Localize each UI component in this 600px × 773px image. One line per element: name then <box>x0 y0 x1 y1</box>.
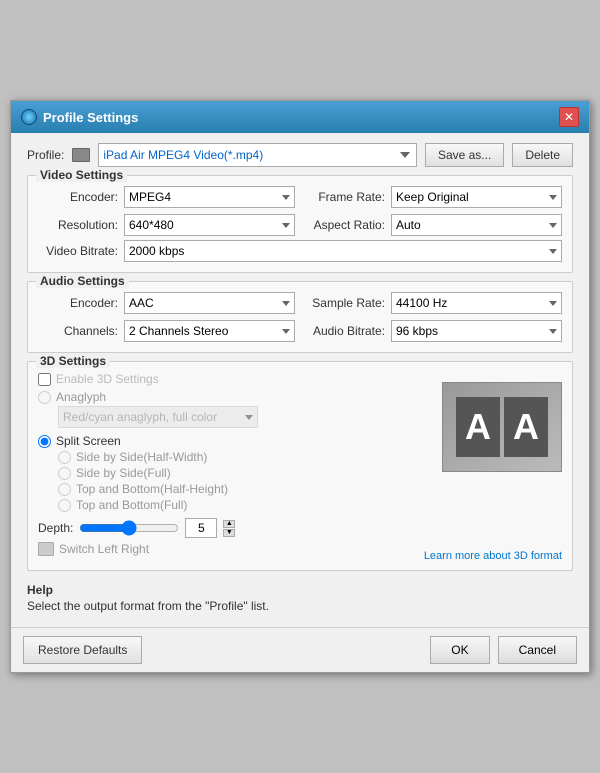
audio-encoder-select[interactable]: AAC <box>124 292 295 314</box>
dialog-content: Profile: iPad Air MPEG4 Video(*.mp4) Sav… <box>11 133 589 627</box>
subopt-3-radio[interactable] <box>58 499 71 512</box>
subopt-0-label: Side by Side(Half-Width) <box>76 450 207 464</box>
anaglyph-label: Anaglyph <box>56 390 106 404</box>
switch-lr-label: Switch Left Right <box>59 542 149 556</box>
preview-aa: A A <box>456 397 548 457</box>
dialog-footer: Restore Defaults OK Cancel <box>11 627 589 672</box>
subopt-0-radio[interactable] <box>58 451 71 464</box>
video-settings-section: Video Settings Encoder: MPEG4 Frame Rate… <box>27 175 573 273</box>
encoder-select[interactable]: MPEG4 <box>124 186 295 208</box>
depth-label: Depth: <box>38 521 73 535</box>
help-title: Help <box>27 583 573 597</box>
audio-form-grid: Encoder: AAC Sample Rate: 44100 Hz Chann… <box>38 292 562 342</box>
footer-right: OK Cancel <box>430 636 577 664</box>
subopt-1-label: Side by Side(Full) <box>76 466 171 480</box>
video-settings-title: Video Settings <box>36 168 127 182</box>
audio-settings-title: Audio Settings <box>36 274 129 288</box>
delete-button[interactable]: Delete <box>512 143 573 167</box>
framerate-select[interactable]: Keep Original <box>391 186 562 208</box>
resolution-label: Resolution: <box>38 218 118 232</box>
settings-3d-section: 3D Settings A A Enable 3D Settings Anagl… <box>27 361 573 571</box>
framerate-label: Frame Rate: <box>305 190 385 204</box>
enable-3d-checkbox[interactable] <box>38 373 51 386</box>
resolution-row: Resolution: 640*480 <box>38 214 295 236</box>
profile-label: Profile: <box>27 148 64 162</box>
depth-row: Depth: ▲ ▼ <box>38 518 562 538</box>
profile-settings-dialog: Profile Settings ✕ Profile: iPad Air MPE… <box>10 100 590 673</box>
depth-down-button[interactable]: ▼ <box>223 529 235 537</box>
aspectratio-row: Aspect Ratio: Auto <box>305 214 562 236</box>
subopt-3-row: Top and Bottom(Full) <box>58 498 562 512</box>
channels-label: Channels: <box>38 324 118 338</box>
title-bar: Profile Settings ✕ <box>11 101 589 133</box>
subopt-3-label: Top and Bottom(Full) <box>76 498 187 512</box>
subopt-2-row: Top and Bottom(Half-Height) <box>58 482 562 496</box>
help-section: Help Select the output format from the "… <box>27 579 573 617</box>
ok-button[interactable]: OK <box>430 636 489 664</box>
encoder-row: Encoder: MPEG4 <box>38 186 295 208</box>
depth-spinners: ▲ ▼ <box>223 520 235 537</box>
anaglyph-radio[interactable] <box>38 391 51 404</box>
samplerate-row: Sample Rate: 44100 Hz <box>305 292 562 314</box>
learn-more-link[interactable]: Learn more about 3D format <box>424 550 562 562</box>
enable-3d-label: Enable 3D Settings <box>56 372 159 386</box>
encoder-label: Encoder: <box>38 190 118 204</box>
cancel-button[interactable]: Cancel <box>498 636 577 664</box>
restore-defaults-button[interactable]: Restore Defaults <box>23 636 142 664</box>
depth-input[interactable] <box>185 518 217 538</box>
audio-bitrate-label: Audio Bitrate: <box>305 324 385 338</box>
app-icon <box>21 109 37 125</box>
preview-a-left: A <box>456 397 500 457</box>
close-button[interactable]: ✕ <box>559 107 579 127</box>
resolution-select[interactable]: 640*480 <box>124 214 295 236</box>
video-bitrate-row: Video Bitrate: 2000 kbps <box>38 240 562 262</box>
profile-row: Profile: iPad Air MPEG4 Video(*.mp4) Sav… <box>27 143 573 167</box>
audio-settings-section: Audio Settings Encoder: AAC Sample Rate:… <box>27 281 573 353</box>
video-bitrate-label: Video Bitrate: <box>38 244 118 258</box>
video-form-grid: Encoder: MPEG4 Frame Rate: Keep Original… <box>38 186 562 236</box>
anaglyph-select[interactable]: Red/cyan anaglyph, full color <box>58 406 258 428</box>
profile-select[interactable]: iPad Air MPEG4 Video(*.mp4) <box>98 143 417 167</box>
samplerate-label: Sample Rate: <box>305 296 385 310</box>
subopt-1-radio[interactable] <box>58 467 71 480</box>
audio-bitrate-row: Audio Bitrate: 96 kbps <box>305 320 562 342</box>
splitscreen-radio[interactable] <box>38 435 51 448</box>
samplerate-select[interactable]: 44100 Hz <box>391 292 562 314</box>
aspectratio-label: Aspect Ratio: <box>305 218 385 232</box>
subopt-2-radio[interactable] <box>58 483 71 496</box>
save-as-button[interactable]: Save as... <box>425 143 504 167</box>
video-bitrate-select[interactable]: 2000 kbps <box>124 240 562 262</box>
aspectratio-select[interactable]: Auto <box>391 214 562 236</box>
title-bar-left: Profile Settings <box>21 109 138 125</box>
channels-select[interactable]: 2 Channels Stereo <box>124 320 295 342</box>
channels-row: Channels: 2 Channels Stereo <box>38 320 295 342</box>
preview-a-right: A <box>504 397 548 457</box>
audio-encoder-row: Encoder: AAC <box>38 292 295 314</box>
3d-preview-box: A A <box>442 382 562 472</box>
audio-encoder-label: Encoder: <box>38 296 118 310</box>
profile-icon <box>72 148 90 162</box>
splitscreen-label: Split Screen <box>56 434 121 448</box>
subopt-2-label: Top and Bottom(Half-Height) <box>76 482 228 496</box>
help-text: Select the output format from the "Profi… <box>27 599 573 613</box>
dialog-title: Profile Settings <box>43 110 138 125</box>
framerate-row: Frame Rate: Keep Original <box>305 186 562 208</box>
depth-up-button[interactable]: ▲ <box>223 520 235 528</box>
audio-bitrate-select[interactable]: 96 kbps <box>391 320 562 342</box>
settings-3d-title: 3D Settings <box>36 354 110 368</box>
depth-slider[interactable] <box>79 520 179 536</box>
switch-icon <box>38 542 54 556</box>
